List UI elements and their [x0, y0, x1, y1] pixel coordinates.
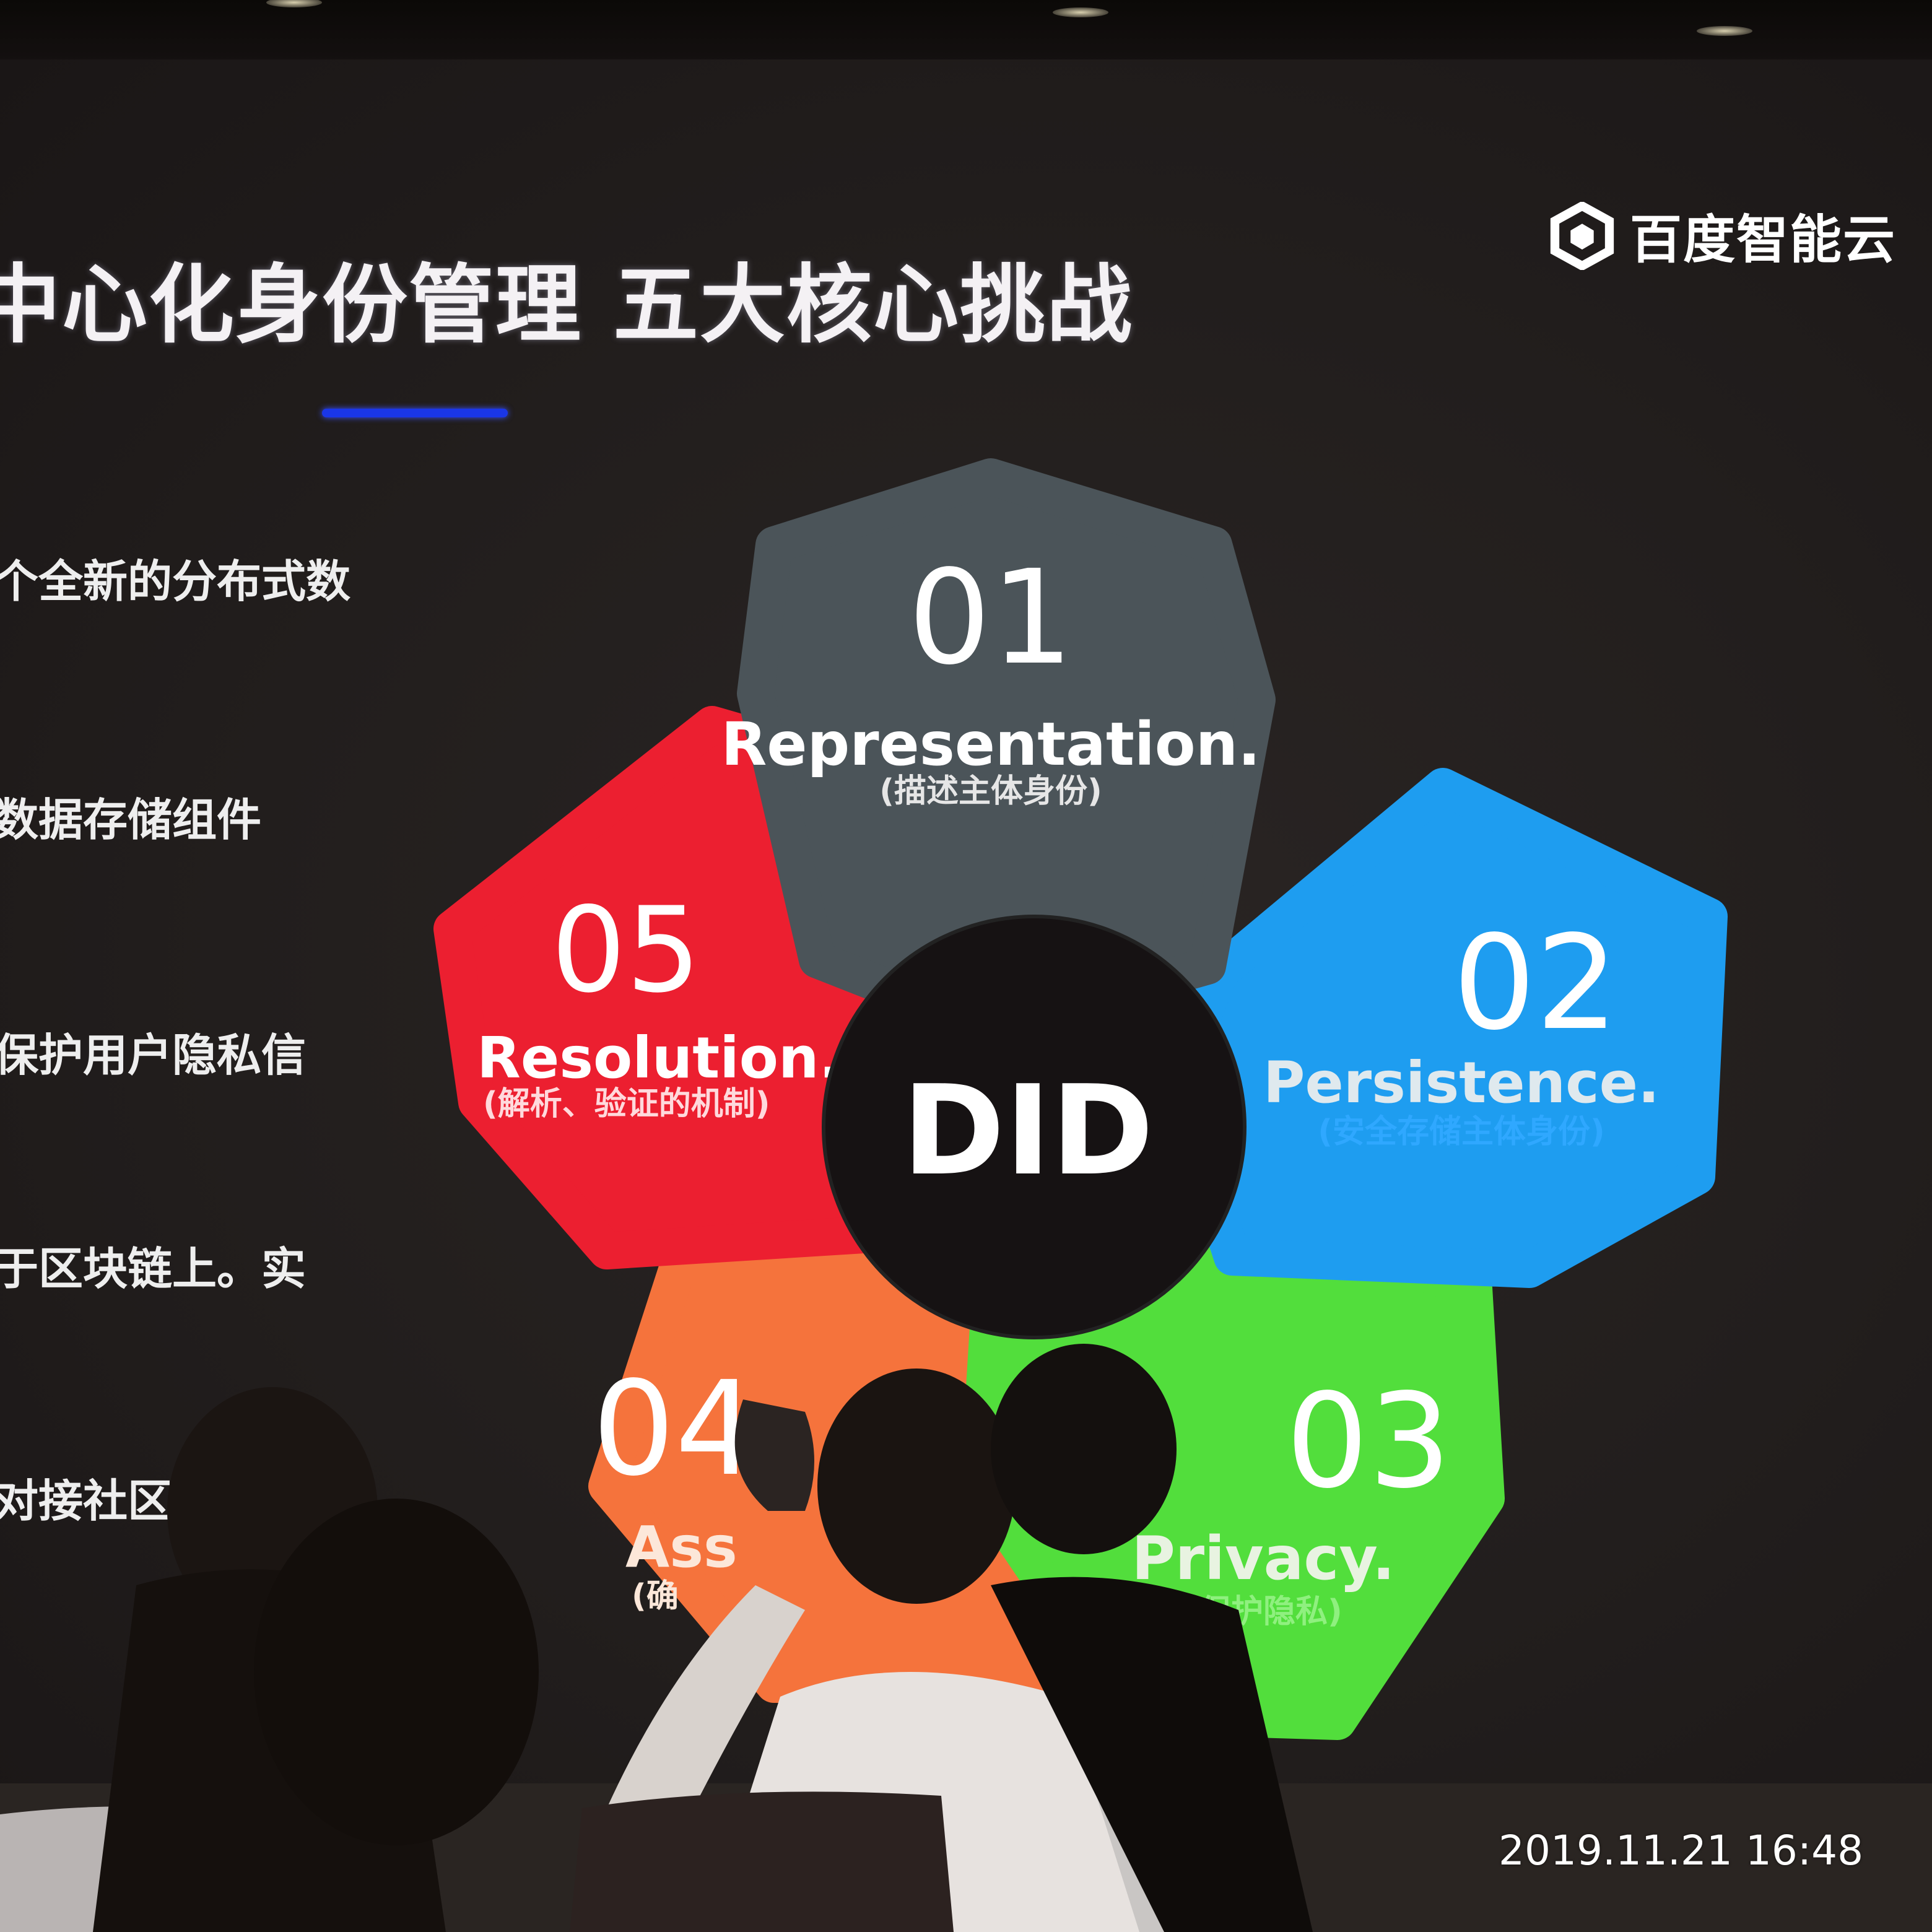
- did-center-label: DID: [902, 1059, 1154, 1203]
- camera-icon: [734, 1399, 814, 1511]
- title-underline: [322, 409, 508, 417]
- chair-back: [570, 1791, 954, 1932]
- bullet-text: 保护用户隐私信: [0, 1029, 307, 1081]
- petal-02: [1158, 768, 1728, 1288]
- petal-01-subtitle: (描述主体身份): [879, 773, 1102, 810]
- petal-02-title: Persistence.: [1263, 1050, 1660, 1116]
- petal-05-subtitle: (解析、验证的机制): [483, 1086, 770, 1123]
- photo-scene: 中心化身份管理 五大核心挑战 百度智能云 个全新的分布式数 数据存储组件 保护用…: [0, 0, 1932, 1932]
- petal-05-title: Resolution.: [477, 1025, 840, 1091]
- petal-01-title: Representation.: [721, 710, 1260, 779]
- photo-timestamp: 2019.11.21 16:48: [1499, 1827, 1864, 1874]
- petal-02-subtitle: (安全存储主体身份): [1318, 1113, 1605, 1151]
- audience-head: [991, 1344, 1177, 1554]
- bullet-text: 个全新的分布式数: [0, 555, 351, 607]
- brand-logo: 百度智能云: [1548, 198, 1896, 273]
- ceiling: [0, 0, 1932, 62]
- petal-01-number: 01: [908, 542, 1073, 694]
- bullet-text: 于区块链上。实: [0, 1243, 307, 1295]
- audience-head: [254, 1499, 539, 1845]
- petal-05-number: 05: [551, 882, 701, 1019]
- ceiling-light: [1697, 26, 1752, 36]
- slide-title: 中心化身份管理 五大核心挑战: [0, 255, 1134, 355]
- petal-02-number: 02: [1453, 907, 1618, 1059]
- audience-head: [817, 1368, 1016, 1604]
- ceiling-light: [1053, 7, 1108, 17]
- petal-02-shape: [1158, 768, 1728, 1288]
- brand-name: 百度智能云: [1630, 209, 1897, 270]
- bullet-text: 数据存储组件: [0, 794, 262, 846]
- cloud-cube-icon: [1550, 201, 1614, 270]
